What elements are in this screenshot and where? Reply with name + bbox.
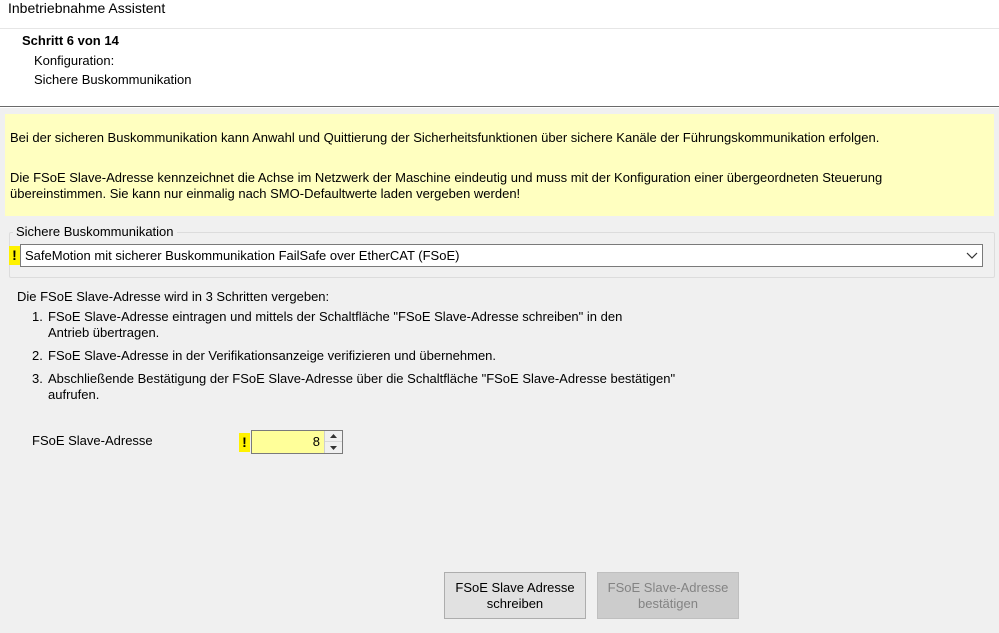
info-paragraph-2: Die FSoE Slave-Adresse kennzeichnet die … xyxy=(10,170,883,201)
bus-communication-select[interactable]: SafeMotion mit sicherer Buskommunikation… xyxy=(20,244,983,267)
step-2-number: 2. xyxy=(32,348,43,363)
chevron-down-icon[interactable] xyxy=(965,248,979,262)
write-button-label-line2: schreiben xyxy=(486,595,544,611)
stepper-buttons xyxy=(324,431,342,453)
instructions-intro: Die FSoE Slave-Adresse wird in 3 Schritt… xyxy=(17,289,330,304)
bus-communication-selected-value: SafeMotion mit sicherer Buskommunikation… xyxy=(25,248,460,263)
window-title-bar: Inbetriebnahme Assistent xyxy=(0,0,999,28)
write-slave-address-button[interactable]: FSoE Slave Adresse schreiben xyxy=(444,572,586,619)
slave-address-value[interactable]: 8 xyxy=(313,434,320,450)
confirm-button-label-line2: bestätigen xyxy=(637,595,698,611)
step-name: Sichere Buskommunikation xyxy=(34,72,192,87)
header-divider-highlight xyxy=(0,107,999,108)
step-1-text-line1: FSoE Slave-Adresse eintragen und mittels… xyxy=(48,309,623,324)
info-box: Bei der sicheren Buskommunikation kann A… xyxy=(5,114,994,216)
confirm-slave-address-button[interactable]: FSoE Slave-Adresse bestätigen xyxy=(597,572,739,619)
step-1-text-line2: Antrieb übertragen. xyxy=(48,325,160,340)
write-button-label-line1: FSoE Slave Adresse xyxy=(455,579,575,595)
step-category: Konfiguration: xyxy=(34,53,115,68)
confirm-button-label-line1: FSoE Slave-Adresse xyxy=(607,579,729,595)
bus-communication-group-legend: Sichere Buskommunikation xyxy=(13,224,177,240)
stepper-up-icon[interactable] xyxy=(325,431,342,442)
step-3-number: 3. xyxy=(32,371,43,386)
combo-warning-icon: ! xyxy=(9,246,20,265)
step-title: Schritt 6 von 14 xyxy=(22,33,119,48)
window-title: Inbetriebnahme Assistent xyxy=(8,0,166,16)
step-3-text-line2: aufrufen. xyxy=(48,387,100,402)
step-3-text-line1: Abschließende Bestätigung der FSoE Slave… xyxy=(48,371,676,386)
wizard-header: Schritt 6 von 14 Konfiguration: Sichere … xyxy=(0,28,999,107)
step-2-text-line1: FSoE Slave-Adresse in der Verifikationsa… xyxy=(48,348,497,363)
info-paragraph-1: Bei der sicheren Buskommunikation kann A… xyxy=(10,130,880,145)
step-1-number: 1. xyxy=(32,309,43,324)
address-warning-icon: ! xyxy=(239,433,250,452)
stepper-down-icon[interactable] xyxy=(325,442,342,453)
slave-address-stepper[interactable]: 8 xyxy=(251,430,343,454)
slave-address-label: FSoE Slave-Adresse xyxy=(32,433,153,448)
